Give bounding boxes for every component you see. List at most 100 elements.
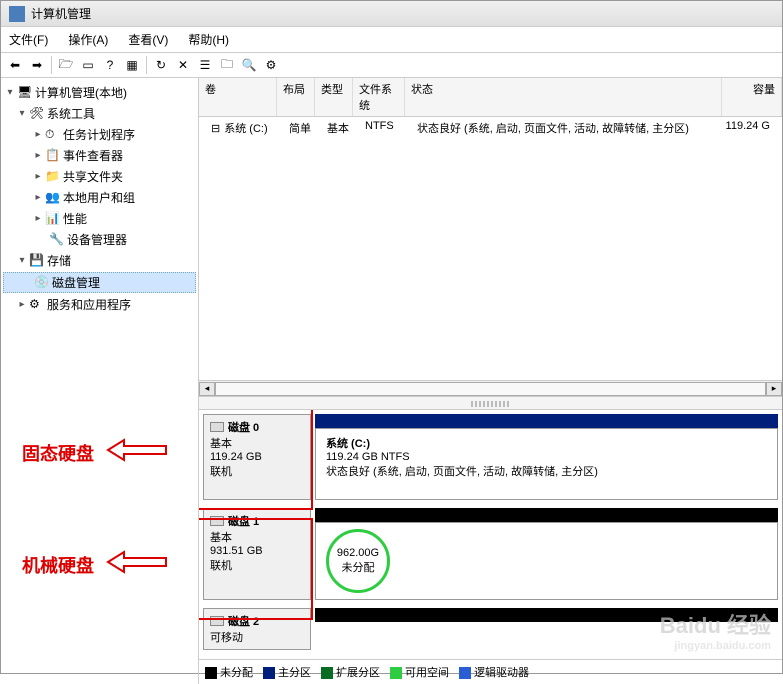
disk-info: 磁盘 0 基本 119.24 GB 联机 [203,414,311,500]
chevron-right-icon[interactable]: ▸ [33,171,43,182]
legend-primary: 主分区 [278,667,311,679]
chevron-right-icon[interactable]: ▸ [33,192,43,203]
tree-storage[interactable]: ▾💾存储 [3,251,196,270]
separator [146,56,147,74]
tree-root[interactable]: ▾🖥计算机管理(本地) [3,83,196,102]
tree-label: 系统工具 [47,105,95,122]
disk-map: 磁盘 0 基本 119.24 GB 联机 系统 (C:) 119.24 GB N… [199,410,782,659]
scroll-track[interactable] [215,382,766,396]
window-title: 计算机管理 [31,5,91,22]
scroll-left-icon[interactable]: ◂ [199,382,215,396]
disk-row-0[interactable]: 磁盘 0 基本 119.24 GB 联机 系统 (C:) 119.24 GB N… [203,414,778,500]
volume-scrollbar[interactable]: ◂ ▸ [199,380,782,396]
disk-state: 联机 [210,463,304,479]
legend-unalloc-swatch [205,667,217,679]
menu-view[interactable]: 查看(V) [124,29,172,50]
disk-icon: 💿 [34,275,50,291]
props-icon[interactable]: ▦ [122,55,142,75]
disk-size: 119.24 GB [210,451,304,463]
disk-icon [210,422,224,432]
legend-unalloc: 未分配 [220,667,253,679]
services-icon: ⚙ [29,297,45,313]
volume-header: 卷 布局 类型 文件系统 状态 容量 [199,78,782,117]
tree-label: 性能 [63,210,87,227]
tree-label: 任务计划程序 [63,126,135,143]
scroll-right-icon[interactable]: ▸ [766,382,782,396]
refresh-icon[interactable]: ↻ [151,55,171,75]
chevron-down-icon[interactable]: ▾ [17,108,27,119]
disk-kind: 基本 [210,435,304,451]
menu-help[interactable]: 帮助(H) [184,29,233,50]
partition-system-c[interactable]: 系统 (C:) 119.24 GB NTFS 状态良好 (系统, 启动, 页面文… [315,428,778,500]
disk-row-1[interactable]: 磁盘 1 基本 931.51 GB 联机 962.00G 未分配 [203,508,778,600]
disk-kind: 可移动 [210,629,304,645]
menu-file[interactable]: 文件(F) [5,29,52,50]
arrow-ssd-icon [108,438,168,465]
back-icon[interactable]: ⬅ [5,55,25,75]
tree-local-users[interactable]: ▸👥本地用户和组 [3,188,196,207]
clock-icon: ⏱ [45,127,61,143]
tree-event-viewer[interactable]: ▸📋事件查看器 [3,146,196,165]
chevron-down-icon[interactable]: ▾ [17,255,27,266]
tree-label: 设备管理器 [67,231,127,248]
computer-icon: 🖥 [17,85,33,101]
tree-system-tools[interactable]: ▾🛠系统工具 [3,104,196,123]
up-icon[interactable]: 🗁 [56,55,76,75]
tree-disk-management[interactable]: 💿磁盘管理 [3,272,196,293]
folder-icon[interactable]: 🗀 [217,55,237,75]
volume-row[interactable]: ⊟ 系统 (C:) 简单 基本 NTFS 状态良好 (系统, 启动, 页面文件, … [199,117,782,139]
volume-type: 基本 [321,120,359,136]
tree-label: 存储 [47,252,71,269]
show-hide-icon[interactable]: ▭ [78,55,98,75]
disk-title: 磁盘 2 [228,613,259,629]
help-icon[interactable]: ? [100,55,120,75]
tree-device-manager[interactable]: 🔧设备管理器 [3,230,196,249]
partition-unallocated[interactable]: 962.00G 未分配 [315,522,778,600]
disk-icon [210,616,224,626]
sidebar: ▾🖥计算机管理(本地) ▾🛠系统工具 ▸⏱任务计划程序 ▸📋事件查看器 ▸📁共享… [1,78,199,684]
volume-name: 系统 (C:) [224,120,267,136]
disk-row-2[interactable]: 磁盘 2 可移动 [203,608,778,650]
col-filesystem[interactable]: 文件系统 [353,78,405,116]
volume-capacity: 119.24 G [716,120,776,136]
chevron-right-icon[interactable]: ▸ [17,299,27,310]
tree-root-label: 计算机管理(本地) [35,84,127,101]
volume-layout: 简单 [283,120,321,136]
main-pane: 卷 布局 类型 文件系统 状态 容量 ⊟ 系统 (C:) 简单 基本 NTFS 状… [199,78,782,684]
tree-label: 本地用户和组 [63,189,135,206]
chevron-right-icon[interactable]: ▸ [33,150,43,161]
volume-fs: NTFS [359,120,411,136]
chevron-right-icon[interactable]: ▸ [33,129,43,140]
tree-performance[interactable]: ▸📊性能 [3,209,196,228]
col-status[interactable]: 状态 [405,78,722,116]
legend-free-swatch [390,667,402,679]
col-volume[interactable]: 卷 [199,78,277,116]
menubar: 文件(F) 操作(A) 查看(V) 帮助(H) [1,27,782,53]
disk-kind: 基本 [210,529,304,545]
chevron-down-icon[interactable]: ▾ [5,87,15,98]
volume-icon: ⊟ [211,122,220,135]
search-icon[interactable]: 🔍 [239,55,259,75]
col-capacity[interactable]: 容量 [722,78,782,116]
volume-status: 状态良好 (系统, 启动, 页面文件, 活动, 故障转储, 主分区) [411,120,716,136]
col-layout[interactable]: 布局 [277,78,315,116]
legend-logical: 逻辑驱动器 [474,667,529,679]
pane-splitter[interactable] [199,396,782,410]
storage-icon: 💾 [29,253,45,269]
arrow-hdd-icon [108,550,168,577]
chevron-right-icon[interactable]: ▸ [33,213,43,224]
disk-state: 联机 [210,557,304,573]
delete-icon[interactable]: ✕ [173,55,193,75]
menu-action[interactable]: 操作(A) [64,29,112,50]
tree-shared-folders[interactable]: ▸📁共享文件夹 [3,167,196,186]
list-icon[interactable]: ☰ [195,55,215,75]
tree-task-scheduler[interactable]: ▸⏱任务计划程序 [3,125,196,144]
disk-info: 磁盘 1 基本 931.51 GB 联机 [203,508,311,600]
tree-label: 事件查看器 [63,147,123,164]
event-icon: 📋 [45,148,61,164]
tree-services-apps[interactable]: ▸⚙服务和应用程序 [3,295,196,314]
settings-icon[interactable]: ⚙ [261,55,281,75]
forward-icon[interactable]: ➡ [27,55,47,75]
col-type[interactable]: 类型 [315,78,353,116]
disk-title: 磁盘 1 [228,513,259,529]
